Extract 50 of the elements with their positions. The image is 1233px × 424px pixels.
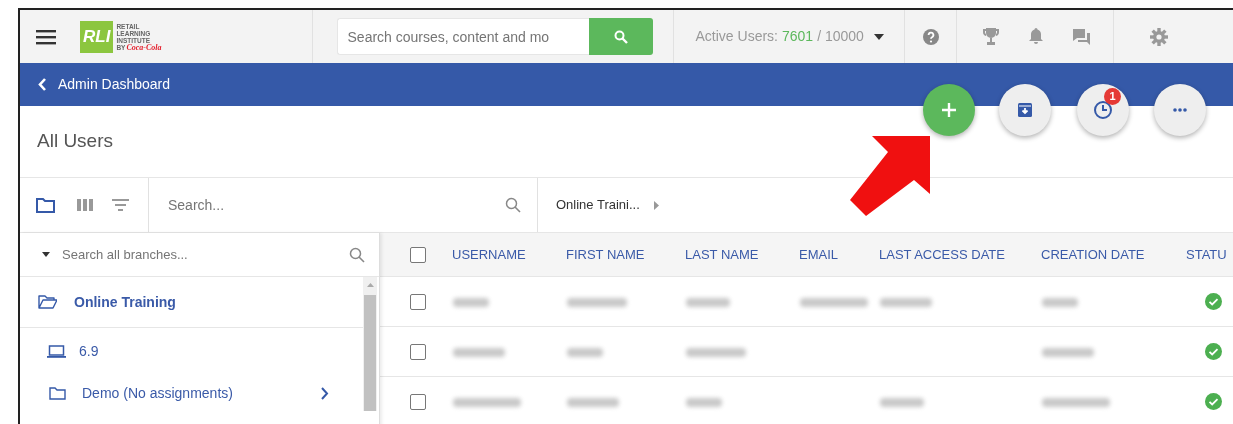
scroll-up-icon[interactable] — [366, 283, 374, 287]
row-checkbox[interactable] — [410, 293, 426, 310]
column-header[interactable]: LAST ACCESS DATE — [866, 244, 1028, 265]
caret-icon — [873, 33, 884, 40]
column-header[interactable]: LAST NAME — [672, 244, 786, 265]
trophy-icon[interactable] — [981, 28, 1000, 45]
page-title: All Users — [37, 129, 113, 154]
branch-item[interactable]: Demo (No assignments) — [20, 375, 363, 411]
chat-icon[interactable] — [1072, 28, 1090, 45]
laptop-icon — [47, 345, 66, 358]
row-checkbox[interactable] — [410, 393, 426, 410]
folder-icon — [49, 386, 66, 400]
add-button[interactable] — [923, 84, 975, 136]
scrollbar-thumb[interactable] — [364, 295, 376, 411]
search-button[interactable] — [588, 18, 653, 55]
column-header[interactable]: FIRST NAME — [553, 244, 672, 265]
archive-icon — [1018, 103, 1032, 117]
filter-icon[interactable] — [112, 199, 129, 211]
search-field[interactable]: Search... — [166, 193, 505, 217]
folder-icon — [38, 295, 57, 309]
chevron-left-icon — [38, 78, 46, 91]
caret-right-icon — [653, 200, 659, 210]
select-all-checkbox[interactable] — [410, 246, 426, 263]
plus-icon — [942, 103, 956, 117]
branch-item[interactable]: 6.9 — [20, 328, 363, 375]
search-icon — [349, 246, 365, 263]
help-icon[interactable] — [922, 28, 939, 45]
bell-icon[interactable] — [1027, 28, 1044, 45]
column-header[interactable]: USERNAME — [439, 244, 553, 265]
column-header[interactable]: CREATION DATE — [1028, 244, 1173, 265]
clock-icon — [1093, 100, 1113, 120]
branch-item[interactable]: Online Training — [20, 277, 363, 328]
search-field[interactable]: Search courses, content and mo — [336, 18, 589, 55]
breadcrumb-link[interactable]: Online Traini... — [556, 195, 659, 215]
back-link[interactable]: Admin Dashboard — [38, 74, 171, 95]
more-icon — [1173, 108, 1187, 112]
archive-button[interactable] — [999, 84, 1051, 136]
caret-icon[interactable] — [42, 252, 50, 257]
column-header[interactable]: EMAIL — [786, 244, 866, 265]
column-header[interactable]: STATU — [1173, 244, 1233, 265]
menu-icon[interactable] — [36, 28, 56, 45]
folder-icon[interactable] — [36, 197, 55, 213]
chevron-right-icon[interactable] — [321, 386, 329, 400]
search-icon — [613, 29, 628, 44]
row-checkbox[interactable] — [410, 343, 426, 360]
settings-icon[interactable] — [1149, 27, 1168, 46]
columns-icon[interactable] — [77, 199, 93, 211]
more-button[interactable] — [1154, 84, 1206, 136]
search-icon — [505, 197, 521, 213]
scrollbar[interactable] — [363, 277, 377, 411]
